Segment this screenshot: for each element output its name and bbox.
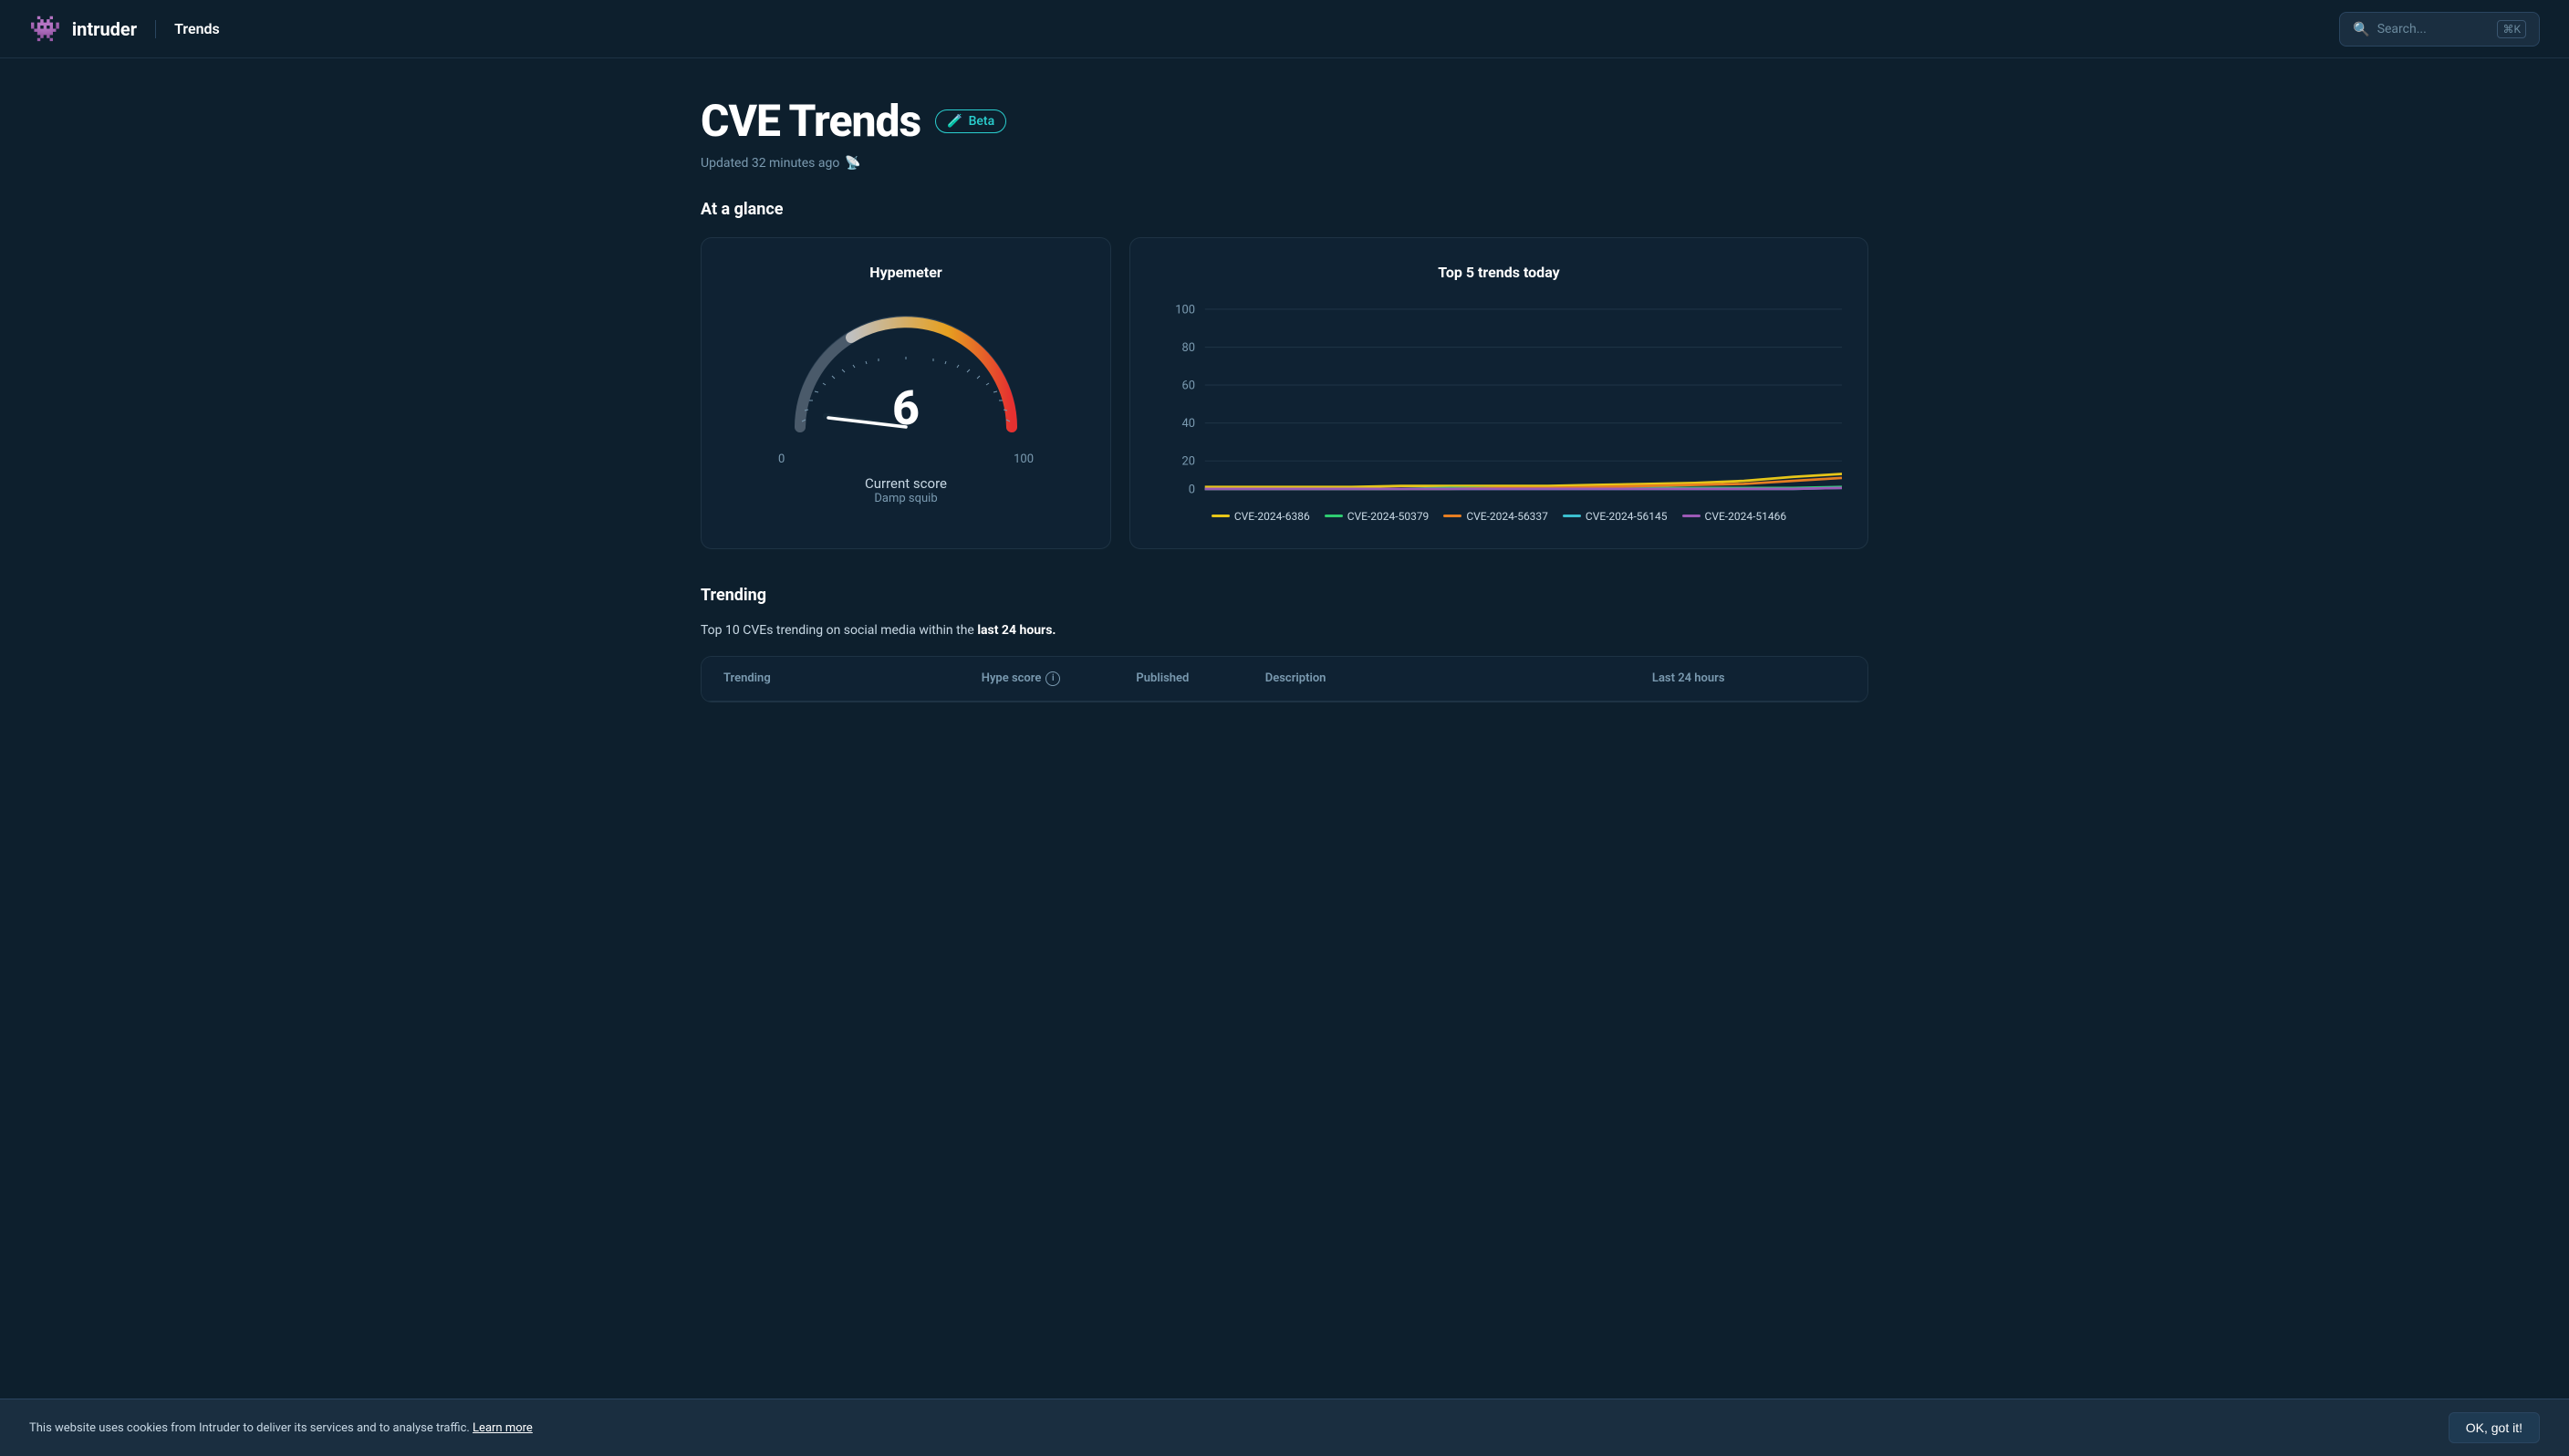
trending-subtitle-bold: last 24 hours.: [977, 623, 1056, 638]
trending-section-title: Trending: [701, 586, 1868, 605]
at-a-glance-section: At a glance Hypemeter: [701, 200, 1868, 549]
legend-item-3: CVE-2024-56337: [1443, 510, 1548, 523]
table-header: Trending Hype score i Published Descript…: [702, 657, 1867, 702]
cookie-text-content: This website uses cookies from Intruder …: [29, 1421, 470, 1435]
trending-subtitle-plain: Top 10 CVEs trending on social media wit…: [701, 623, 977, 638]
beta-flask-icon: 🧪: [947, 114, 962, 129]
th-published: Published: [1136, 671, 1264, 686]
th-trending: Trending: [723, 671, 982, 686]
legend-dot-4: [1563, 515, 1581, 517]
page-title: CVE Trends: [701, 95, 920, 147]
nav-divider: [155, 20, 156, 38]
legend-label-1: CVE-2024-6386: [1234, 510, 1310, 523]
chart-svg: 100 80 60 40 20 0: [1156, 299, 1842, 499]
gauge-sub-label: Damp squib: [874, 492, 937, 505]
search-shortcut: ⌘K: [2497, 20, 2526, 38]
title-row: CVE Trends 🧪 Beta: [701, 95, 1868, 147]
chart-legend: CVE-2024-6386 CVE-2024-50379 CVE-2024-56…: [1156, 510, 1842, 523]
top5-title: Top 5 trends today: [1156, 264, 1842, 281]
cookie-banner: This website uses cookies from Intruder …: [0, 1399, 2569, 1456]
rss-icon: 📡: [845, 156, 860, 171]
th-hype-label: Hype score: [982, 671, 1042, 685]
svg-text:60: 60: [1181, 379, 1194, 392]
hypemeter-title: Hypemeter: [869, 264, 941, 281]
svg-text:0: 0: [1189, 483, 1195, 496]
th-last24h: Last 24 hours: [1652, 671, 1846, 686]
beta-label: Beta: [969, 114, 995, 129]
legend-item-4: CVE-2024-56145: [1563, 510, 1668, 523]
logo-text: intruder: [72, 18, 137, 40]
legend-label-4: CVE-2024-56145: [1586, 510, 1668, 523]
search-icon: 🔍: [2353, 21, 2370, 37]
trending-section: Trending Top 10 CVEs trending on social …: [701, 586, 1868, 702]
main-content: CVE Trends 🧪 Beta Updated 32 minutes ago…: [646, 58, 1923, 830]
legend-dot-3: [1443, 515, 1461, 517]
cookie-text: This website uses cookies from Intruder …: [29, 1421, 533, 1435]
legend-label-2: CVE-2024-50379: [1347, 510, 1430, 523]
top5-card: Top 5 trends today 100 80 60 40: [1129, 237, 1868, 549]
updated-text: Updated 32 minutes ago 📡: [701, 156, 1868, 171]
legend-dot-5: [1682, 515, 1701, 517]
gauge-container: 6: [778, 299, 1034, 445]
legend-label-5: CVE-2024-51466: [1705, 510, 1787, 523]
beta-badge: 🧪 Beta: [935, 109, 1006, 133]
gauge-max: 100: [1014, 452, 1034, 466]
page-header: CVE Trends 🧪 Beta Updated 32 minutes ago…: [701, 95, 1868, 171]
search-bar[interactable]: 🔍 Search... ⌘K: [2339, 12, 2540, 47]
svg-text:100: 100: [1175, 303, 1195, 317]
hypemeter-card: Hypemeter: [701, 237, 1111, 549]
navbar: 👾 intruder Trends 🔍 Search... ⌘K: [0, 0, 2569, 58]
legend-item-5: CVE-2024-51466: [1682, 510, 1787, 523]
svg-text:40: 40: [1181, 417, 1194, 431]
cookie-learn-more-link[interactable]: Learn more: [473, 1421, 533, 1435]
legend-label-3: CVE-2024-56337: [1466, 510, 1548, 523]
gauge-number: 6: [892, 380, 920, 436]
gauge-current-label: Current score: [865, 475, 947, 492]
legend-dot-2: [1325, 515, 1343, 517]
search-placeholder: Search...: [2377, 22, 2491, 36]
legend-item-1: CVE-2024-6386: [1212, 510, 1310, 523]
cookie-accept-button[interactable]: OK, got it!: [2449, 1412, 2540, 1443]
gauge-labels: 0 100: [778, 452, 1034, 466]
nav-page-title: Trends: [174, 20, 220, 37]
th-description: Description: [1265, 671, 1652, 686]
trending-table: Trending Hype score i Published Descript…: [701, 656, 1868, 702]
th-hype-score: Hype score i: [982, 671, 1137, 686]
svg-text:20: 20: [1181, 455, 1194, 469]
nav-left: 👾 intruder Trends: [29, 14, 220, 44]
updated-label: Updated 32 minutes ago: [701, 156, 839, 171]
gauge-min: 0: [778, 452, 785, 466]
logo-icon: 👾: [29, 14, 61, 44]
trending-subtitle: Top 10 CVEs trending on social media wit…: [701, 623, 1868, 638]
glance-cards: Hypemeter: [701, 237, 1868, 549]
legend-dot-1: [1212, 515, 1230, 517]
svg-text:80: 80: [1181, 341, 1194, 355]
legend-item-2: CVE-2024-50379: [1325, 510, 1430, 523]
chart-area: 100 80 60 40 20 0: [1156, 299, 1842, 499]
info-icon[interactable]: i: [1045, 671, 1060, 686]
at-a-glance-title: At a glance: [701, 200, 1868, 219]
